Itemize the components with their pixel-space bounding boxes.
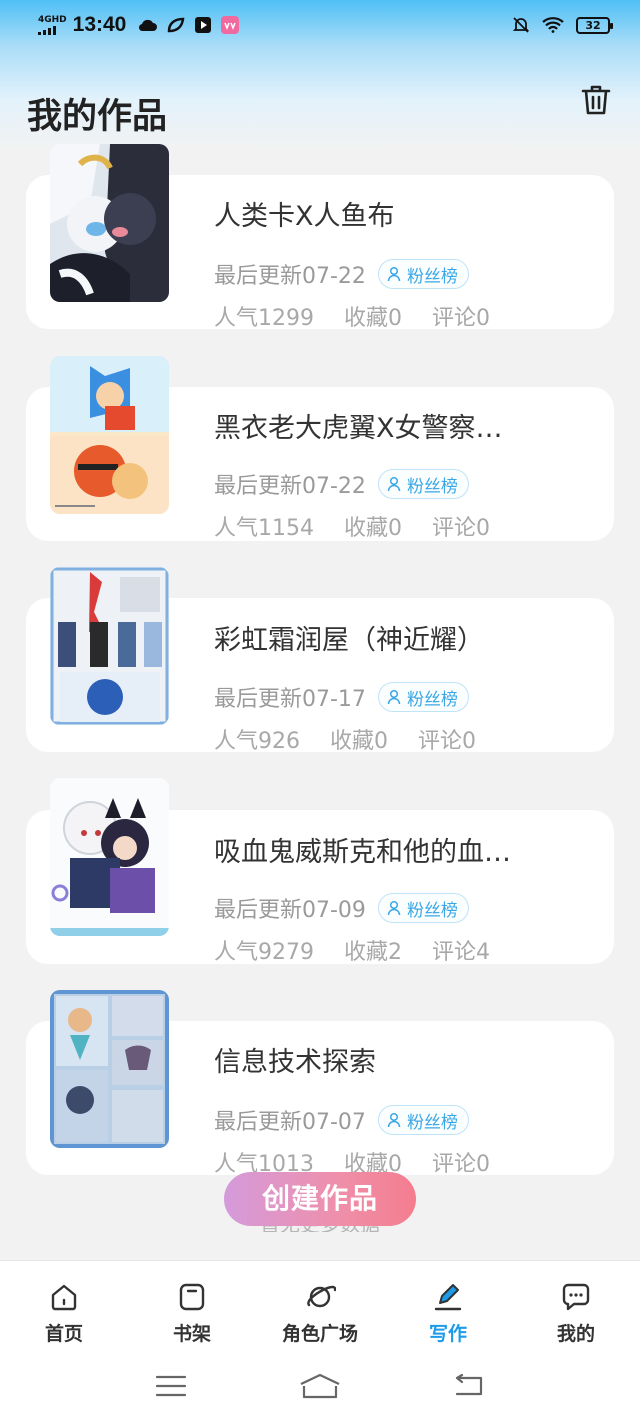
fan-rank-badge[interactable]: 粉丝榜 xyxy=(377,682,469,712)
planet-icon xyxy=(307,1285,336,1308)
fan-rank-label: 粉丝榜 xyxy=(406,1112,458,1133)
work-title[interactable]: 彩虹霜润屋（神近耀） xyxy=(214,618,484,657)
fan-rank-badge[interactable]: 粉丝榜 xyxy=(377,469,469,499)
home-nav-icon[interactable] xyxy=(298,1372,342,1400)
work-favorites: 收藏0 xyxy=(344,306,402,331)
work-updated: 最后更新07-22 xyxy=(214,264,366,289)
fan-rank-label: 粉丝榜 xyxy=(406,476,458,497)
person-icon xyxy=(387,689,401,705)
fan-rank-label: 粉丝榜 xyxy=(406,266,458,287)
work-title[interactable]: 信息技术探索 xyxy=(214,1040,376,1079)
tab-label: 书架 xyxy=(172,1323,211,1345)
work-comments: 评论0 xyxy=(432,306,490,331)
work-comments: 评论4 xyxy=(432,940,490,965)
work-cover-image[interactable] xyxy=(50,990,169,1148)
person-icon xyxy=(387,476,401,492)
app-leaf-icon xyxy=(168,17,185,33)
bottom-tab-bar: 首页 书架 角色广场 写作 我的 xyxy=(0,1260,640,1350)
work-stats: 人气1299 收藏0 评论0 xyxy=(214,300,490,332)
work-updated: 最后更新07-17 xyxy=(214,687,366,712)
home-icon xyxy=(51,1284,77,1311)
work-meta: 最后更新07-22 粉丝榜 xyxy=(214,468,469,500)
network-type: 4GHD xyxy=(38,15,67,25)
tab-label: 写作 xyxy=(428,1323,467,1345)
bookshelf-icon xyxy=(179,1283,205,1311)
tab-writing[interactable]: 写作 xyxy=(384,1261,512,1350)
mute-bell-icon xyxy=(512,17,530,33)
work-meta: 最后更新07-09 粉丝榜 xyxy=(214,892,469,924)
status-bar: 4GHD 13:40 32 xyxy=(0,0,640,50)
menu-icon[interactable] xyxy=(155,1374,187,1398)
tab-label: 我的 xyxy=(556,1323,595,1345)
pink-app-icon xyxy=(221,16,240,34)
person-icon xyxy=(387,266,401,282)
work-cover-image[interactable] xyxy=(50,356,169,514)
work-meta: 最后更新07-22 粉丝榜 xyxy=(214,258,469,290)
battery-icon: 32 xyxy=(576,16,613,34)
tab-bookshelf[interactable]: 书架 xyxy=(128,1261,256,1350)
battery-level: 32 xyxy=(585,18,601,32)
page-title: 我的作品 xyxy=(27,97,168,137)
work-title[interactable]: 黑衣老大虎翼X女警察… xyxy=(214,406,503,445)
tab-label: 角色广场 xyxy=(281,1323,358,1345)
work-updated: 最后更新07-09 xyxy=(214,898,366,923)
tab-mine[interactable]: 我的 xyxy=(512,1261,640,1350)
fan-rank-badge[interactable]: 粉丝榜 xyxy=(377,259,469,289)
tab-home[interactable]: 首页 xyxy=(0,1261,128,1350)
person-icon xyxy=(387,900,401,916)
work-favorites: 收藏2 xyxy=(344,940,402,965)
video-app-icon xyxy=(195,17,212,33)
work-stats: 人气1154 收藏0 评论0 xyxy=(214,510,490,542)
work-meta: 最后更新07-07 粉丝榜 xyxy=(214,1104,469,1136)
wifi-icon xyxy=(542,17,564,33)
tab-character-square[interactable]: 角色广场 xyxy=(256,1261,384,1350)
fan-rank-badge[interactable]: 粉丝榜 xyxy=(377,1105,469,1135)
work-popularity: 人气1299 xyxy=(214,306,314,331)
weather-cloud-icon xyxy=(139,19,158,32)
fan-rank-label: 粉丝榜 xyxy=(406,689,458,710)
work-cover-image[interactable] xyxy=(50,778,169,936)
work-title[interactable]: 人类卡X人鱼布 xyxy=(214,194,395,233)
work-cover-image[interactable] xyxy=(50,144,169,302)
work-stats: 人气926 收藏0 评论0 xyxy=(214,723,476,755)
work-popularity: 人气9279 xyxy=(214,940,314,965)
fan-rank-label: 粉丝榜 xyxy=(406,900,458,921)
work-meta: 最后更新07-17 粉丝榜 xyxy=(214,681,469,713)
person-icon xyxy=(387,1112,401,1128)
work-updated: 最后更新07-22 xyxy=(214,474,366,499)
signal-icon xyxy=(38,25,56,35)
work-favorites: 收藏0 xyxy=(330,729,388,754)
work-stats: 人气9279 收藏2 评论4 xyxy=(214,934,490,966)
work-favorites: 收藏0 xyxy=(344,516,402,541)
work-popularity: 人气926 xyxy=(214,729,300,754)
network-indicator: 4GHD xyxy=(38,15,67,35)
back-icon[interactable] xyxy=(453,1374,485,1398)
work-comments: 评论0 xyxy=(432,1152,490,1177)
fan-rank-badge[interactable]: 粉丝榜 xyxy=(377,893,469,923)
tab-label: 首页 xyxy=(44,1323,83,1345)
work-popularity: 人气1154 xyxy=(214,516,314,541)
pen-icon xyxy=(434,1284,462,1311)
status-time: 13:40 xyxy=(72,13,127,36)
chat-bubble-icon xyxy=(562,1283,590,1311)
system-navigation-bar xyxy=(0,1350,640,1422)
work-comments: 评论0 xyxy=(432,516,490,541)
work-cover-image[interactable] xyxy=(50,567,169,725)
work-updated: 最后更新07-07 xyxy=(214,1110,366,1135)
work-comments: 评论0 xyxy=(418,729,476,754)
trash-icon[interactable] xyxy=(578,82,614,118)
create-work-button[interactable]: 创建作品 xyxy=(224,1172,416,1226)
work-title[interactable]: 吸血鬼威斯克和他的血… xyxy=(214,830,511,869)
